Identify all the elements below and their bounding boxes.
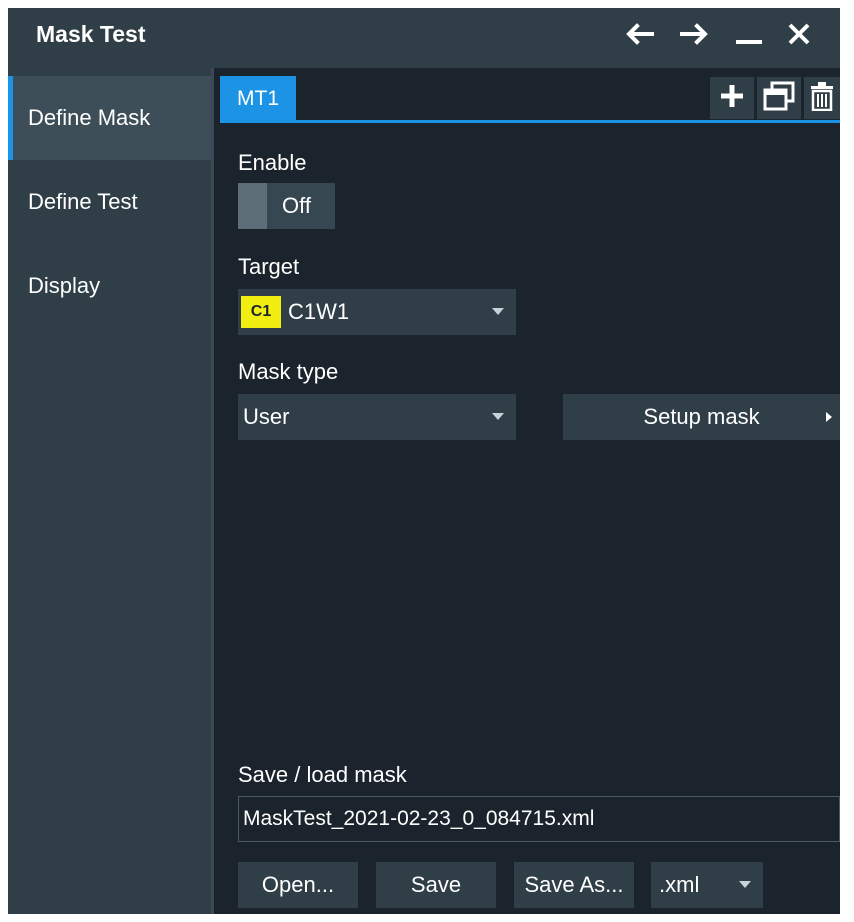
- file-format-value: .xml: [659, 872, 700, 897]
- save-load-label: Save / load mask: [238, 762, 407, 787]
- setup-mask-label: Setup mask: [643, 404, 760, 429]
- toggle-state: Off: [282, 193, 311, 218]
- setup-mask-button[interactable]: Setup mask: [563, 394, 840, 440]
- chevron-right-icon: [826, 412, 832, 422]
- mask-test-window: Mask Test Define Mask Define Test Displa…: [8, 8, 840, 914]
- copy-window-icon: [763, 81, 795, 116]
- add-icon: [719, 83, 745, 114]
- chevron-down-icon: [492, 413, 504, 420]
- close-icon[interactable]: [788, 22, 810, 46]
- window-title: Mask Test: [36, 21, 146, 47]
- save-button[interactable]: Save: [376, 862, 496, 908]
- main-panel: MT1 Enable Off Target C1 C1W1 Mask type …: [220, 68, 840, 914]
- target-label: Target: [238, 254, 300, 279]
- minimize-icon[interactable]: [736, 22, 762, 46]
- chevron-down-icon: [492, 308, 504, 315]
- enable-toggle[interactable]: Off: [238, 183, 335, 229]
- tab-toolbar: [710, 77, 840, 119]
- file-format-dropdown[interactable]: .xml: [651, 862, 763, 908]
- mask-type-value: User: [243, 404, 290, 429]
- file-name-field[interactable]: MaskTest_2021-02-23_0_084715.xml: [238, 796, 840, 842]
- sidebar-divider: [211, 68, 214, 914]
- tab-underline: [220, 120, 840, 123]
- title-bar-controls: [624, 22, 810, 46]
- trash-icon: [810, 81, 834, 116]
- open-button[interactable]: Open...: [238, 862, 358, 908]
- chevron-down-icon: [739, 881, 751, 888]
- title-bar: Mask Test: [8, 8, 840, 68]
- enable-label: Enable: [238, 150, 307, 175]
- sidebar: Define Mask Define Test Display: [8, 68, 211, 914]
- copy-tab-button[interactable]: [757, 77, 801, 119]
- channel-badge: C1: [241, 296, 281, 328]
- sidebar-item-define-mask[interactable]: Define Mask: [8, 76, 211, 160]
- toggle-knob: [238, 183, 267, 229]
- arrow-left-icon[interactable]: [624, 22, 654, 46]
- tab-mt1[interactable]: MT1: [220, 76, 296, 122]
- add-tab-button[interactable]: [710, 77, 754, 119]
- target-dropdown[interactable]: C1 C1W1: [238, 289, 516, 335]
- save-as-button[interactable]: Save As...: [514, 862, 634, 908]
- arrow-right-icon[interactable]: [680, 22, 710, 46]
- mask-type-label: Mask type: [238, 359, 339, 384]
- sidebar-item-display[interactable]: Display: [8, 244, 211, 328]
- mask-type-dropdown[interactable]: User: [238, 394, 516, 440]
- sidebar-item-define-test[interactable]: Define Test: [8, 160, 211, 244]
- target-value: C1W1: [288, 299, 350, 324]
- delete-tab-button[interactable]: [804, 77, 840, 119]
